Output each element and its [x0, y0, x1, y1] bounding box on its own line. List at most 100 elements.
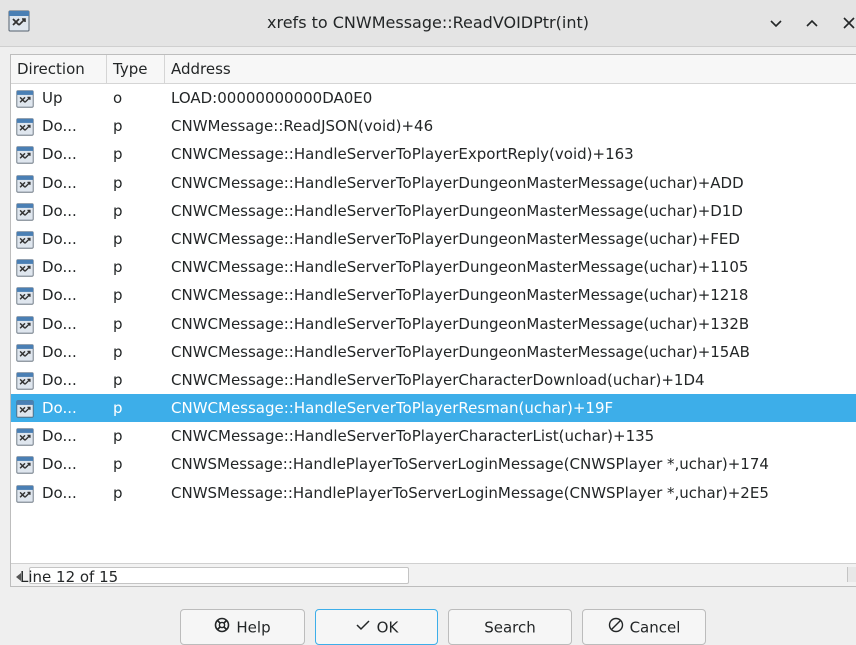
row-direction: Do... — [42, 286, 77, 305]
xref-row-icon — [16, 371, 34, 390]
row-type: p — [113, 370, 123, 389]
xref-row-icon — [16, 399, 34, 418]
row-type: p — [113, 427, 123, 446]
row-address: CNWCMessage::HandleServerToPlayerCharact… — [171, 427, 655, 446]
row-address: CNWCMessage::HandleServerToPlayerExportR… — [171, 145, 634, 164]
xref-row-icon — [16, 455, 34, 475]
table-row[interactable]: Do... p CNWMessage::ReadJSON(void)+46 — [11, 112, 856, 140]
xref-row-icon — [16, 202, 34, 221]
row-type: p — [113, 286, 123, 305]
row-direction: Do... — [42, 173, 77, 192]
table-row[interactable]: Up o LOAD:00000000000DA0E0 — [11, 84, 856, 112]
row-type: p — [113, 455, 123, 474]
cancel-label: Cancel — [629, 618, 681, 637]
row-address: CNWSMessage::HandlePlayerToServerLoginMe… — [171, 455, 769, 474]
window-title: xrefs to CNWMessage::ReadVOIDPtr(int) — [267, 13, 589, 32]
minimize-icon[interactable] — [765, 12, 787, 34]
row-direction: Do... — [42, 145, 77, 164]
row-direction: Do... — [42, 342, 77, 361]
search-label: Search — [484, 618, 536, 637]
horizontal-scrollbar[interactable] — [11, 563, 856, 586]
xref-row-icon — [16, 145, 34, 164]
xref-row-icon — [16, 89, 34, 108]
table-row[interactable]: Do... p CNWCMessage::HandleServerToPlayerD… — [11, 310, 856, 338]
column-header-direction[interactable]: Direction — [11, 55, 107, 83]
xref-row-icon — [16, 343, 34, 362]
xref-row-icon — [16, 230, 34, 249]
help-icon — [214, 611, 230, 645]
maximize-icon[interactable] — [801, 12, 823, 34]
column-header-address[interactable]: Address — [165, 55, 856, 83]
table-row[interactable]: Do... p CNWCMessage::HandleServerToPlayerD… — [11, 281, 856, 309]
row-direction: Do... — [42, 483, 77, 502]
row-direction: Do... — [42, 399, 77, 418]
xref-row-icon — [16, 427, 34, 446]
row-address: CNWCMessage::HandleServerToPlayerDungeon… — [171, 286, 749, 305]
row-address: CNWCMessage::HandleServerToPlayerCharact… — [171, 370, 705, 389]
close-icon[interactable] — [838, 12, 856, 34]
table-row[interactable]: Do... p CNWCMessage::HandleServerToPlayerD… — [11, 225, 856, 253]
table-body: Up o LOAD:00000000000DA0E0 Do... p CNWMessage… — [11, 84, 856, 507]
row-direction: Do... — [42, 229, 77, 248]
row-type: p — [113, 258, 123, 277]
help-button[interactable]: Help — [180, 609, 305, 645]
row-address: LOAD:00000000000DA0E0 — [171, 89, 373, 107]
row-type: p — [113, 117, 123, 136]
help-label: Help — [236, 618, 271, 637]
ok-button[interactable]: OK — [315, 609, 438, 645]
row-address: CNWCMessage::HandleServerToPlayerResman(… — [171, 399, 614, 418]
row-type: p — [113, 229, 123, 248]
row-address: CNWCMessage::HandleServerToPlayerDungeon… — [171, 258, 749, 277]
ok-label: OK — [376, 618, 399, 637]
row-direction: Do... — [42, 201, 77, 220]
cancel-circle-icon — [608, 611, 624, 645]
row-type: p — [113, 314, 123, 333]
cancel-button[interactable]: Cancel — [582, 609, 706, 645]
row-direction: Do... — [42, 427, 77, 446]
checkmark-icon — [355, 611, 371, 645]
row-direction: Do... — [42, 314, 77, 333]
row-type: p — [113, 173, 123, 192]
row-type: o — [113, 89, 123, 107]
row-address: CNWCMessage::HandleServerToPlayerDungeon… — [171, 314, 750, 333]
xref-row-icon — [16, 117, 34, 136]
title-bar: xrefs to CNWMessage::ReadVOIDPtr(int) — [0, 0, 856, 47]
row-direction: Up — [42, 89, 63, 107]
table-row[interactable]: Do... p CNWCMessage::HandleServerToPlayerD… — [11, 253, 856, 281]
row-direction: Do... — [42, 455, 77, 474]
row-type: p — [113, 399, 123, 418]
row-address: CNWCMessage::HandleServerToPlayerDungeon… — [171, 229, 740, 248]
table-header: Direction Type Address — [11, 55, 856, 84]
xref-row-icon — [16, 315, 34, 334]
table-row[interactable]: Do... p CNWCMessage::HandleServerToPlayerC… — [11, 422, 856, 450]
row-type: p — [113, 483, 123, 502]
row-address: CNWCMessage::HandleServerToPlayerDungeon… — [171, 342, 750, 361]
xrefs-table: Direction Type Address Up o LOAD:000000000… — [10, 54, 856, 587]
table-row[interactable]: Do... p CNWCMessage::HandleServerToPlayerR… — [11, 394, 856, 423]
row-type: p — [113, 201, 123, 220]
table-row[interactable]: Do... p CNWCMessage::HandleServerToPlayerD… — [11, 197, 856, 225]
table-row[interactable]: Do... p CNWCMessage::HandleServerToPlayerE… — [11, 140, 856, 168]
row-address: CNWMessage::ReadJSON(void)+46 — [171, 117, 434, 136]
column-header-type[interactable]: Type — [107, 55, 165, 83]
line-status: Line 12 of 15 — [20, 568, 119, 586]
row-address: CNWCMessage::HandleServerToPlayerDungeon… — [171, 201, 743, 220]
search-button[interactable]: Search — [448, 609, 572, 645]
xref-row-icon — [16, 484, 34, 503]
table-row[interactable]: Do... p CNWCMessage::HandleServerToPlayerD… — [11, 169, 856, 197]
row-address: CNWSMessage::HandlePlayerToServerLoginMe… — [171, 483, 769, 502]
row-address: CNWCMessage::HandleServerToPlayerDungeon… — [171, 173, 744, 192]
row-direction: Do... — [42, 117, 77, 136]
table-row[interactable]: Do... p CNWCMessage::HandleServerToPlayerD… — [11, 338, 856, 366]
xref-row-icon — [16, 258, 34, 277]
row-direction: Do... — [42, 370, 77, 389]
row-type: p — [113, 145, 123, 164]
row-type: p — [113, 342, 123, 361]
table-row[interactable]: Do... p CNWCMessage::HandleServerToPlayerC… — [11, 366, 856, 394]
table-row[interactable]: Do... p CNWSMessage::HandlePlayerToServerL… — [11, 450, 856, 478]
table-row[interactable]: Do... p CNWSMessage::HandlePlayerToServerL… — [11, 479, 856, 507]
xref-row-icon — [16, 286, 34, 305]
row-direction: Do... — [42, 258, 77, 277]
xref-row-icon — [16, 174, 34, 193]
scrollbar-end — [847, 567, 856, 582]
